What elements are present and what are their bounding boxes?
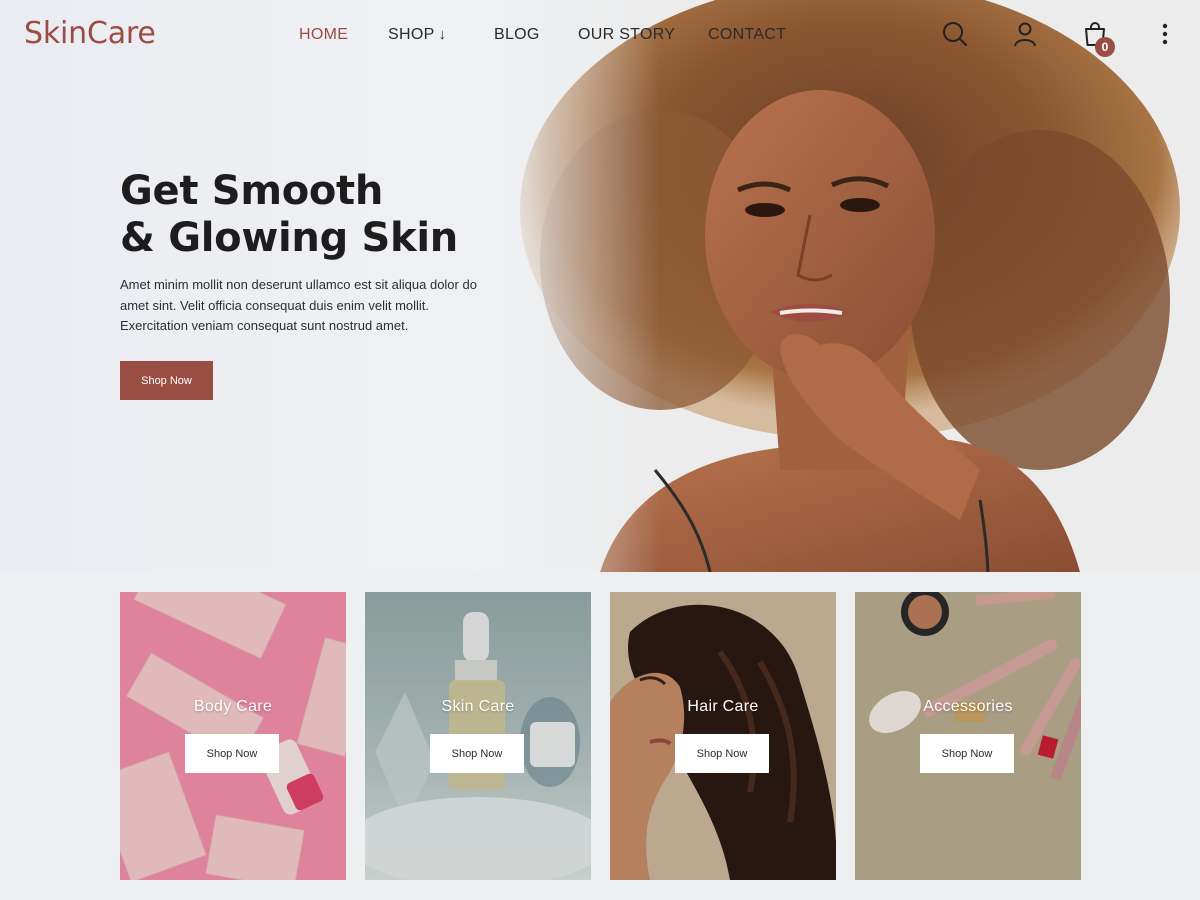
category-card-skin-care[interactable]: Skin Care Shop Now [365, 592, 591, 880]
arrow-down-icon: ↓ [438, 26, 447, 43]
hero-banner: SkinCare HOME SHOP ↓ BLOG OUR STORY CONTA… [0, 0, 1200, 572]
more-vertical-icon[interactable] [1151, 20, 1179, 48]
shop-now-button[interactable]: Shop Now [185, 734, 279, 773]
cart-count-badge: 0 [1095, 37, 1115, 57]
card-title: Accessories [923, 698, 1013, 715]
card-title: Hair Care [687, 698, 759, 715]
nav-shop-label: SHOP [388, 26, 435, 43]
card-title: Skin Care [441, 698, 515, 715]
hero-model-image [480, 0, 1200, 572]
category-card-body-care[interactable]: Body Care Shop Now [120, 592, 346, 880]
nav-home[interactable]: HOME [299, 26, 348, 44]
site-header: SkinCare HOME SHOP ↓ BLOG OUR STORY CONTA… [0, 0, 1200, 72]
hero-title: Get Smooth & Glowing Skin [120, 168, 540, 262]
hero-title-line2: & Glowing Skin [120, 215, 458, 261]
nav-blog[interactable]: BLOG [494, 26, 540, 44]
nav-contact[interactable]: CONTACT [708, 26, 786, 44]
user-icon[interactable] [1011, 20, 1039, 48]
nav-our-story[interactable]: OUR STORY [578, 26, 675, 44]
brand-logo[interactable]: SkinCare [24, 16, 156, 51]
shop-now-button[interactable]: Shop Now [920, 734, 1014, 773]
shop-now-button[interactable]: Shop Now [675, 734, 769, 773]
hero-title-line1: Get Smooth [120, 168, 384, 214]
nav-shop[interactable]: SHOP ↓ [388, 26, 446, 44]
shop-now-button[interactable]: Shop Now [430, 734, 524, 773]
card-title: Body Care [193, 698, 273, 715]
category-card-hair-care[interactable]: Hair Care Shop Now [610, 592, 836, 880]
category-card-accessories[interactable]: Accessories Shop Now [855, 592, 1081, 880]
hero-description: Amet minim mollit non deserunt ullamco e… [120, 277, 477, 333]
hero-shop-now-button[interactable]: Shop Now [120, 361, 213, 400]
search-icon[interactable] [941, 20, 969, 48]
